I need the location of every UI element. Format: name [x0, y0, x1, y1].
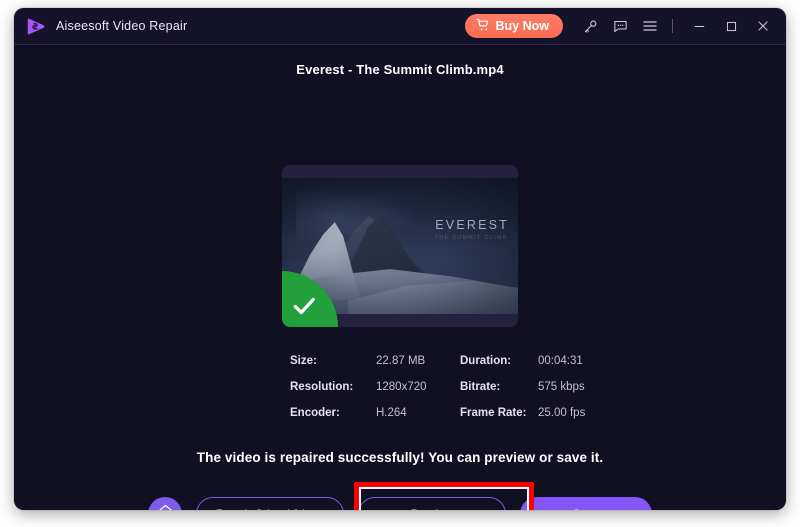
- meta-value-encoder: H.264: [376, 407, 407, 419]
- file-name-label: Everest - The Summit Climb.mp4: [296, 62, 504, 77]
- titlebar-divider: [672, 19, 673, 33]
- main-content: Everest - The Summit Climb.mp4 EVEREST T…: [14, 45, 786, 510]
- meta-value-resolution: 1280x720: [376, 381, 427, 393]
- maximize-icon[interactable]: [718, 13, 744, 39]
- thumbnail-overlay-title: EVEREST: [435, 218, 509, 232]
- status-message: The video is repaired successfully! You …: [196, 450, 604, 465]
- video-thumbnail[interactable]: EVEREST THE SUMMIT CLIMB: [282, 165, 518, 327]
- close-icon[interactable]: [750, 13, 776, 39]
- preview-button-wrapper: Preview: [358, 497, 506, 510]
- home-button[interactable]: [148, 497, 182, 510]
- buy-now-button[interactable]: Buy Now: [464, 14, 563, 38]
- title-bar: Aiseesoft Video Repair Buy Now: [14, 8, 786, 45]
- meta-label-frame-rate: Frame Rate:: [460, 407, 527, 419]
- hamburger-menu-icon[interactable]: [637, 13, 663, 39]
- titlebar-controls: Buy Now: [464, 13, 776, 39]
- feedback-bubble-icon[interactable]: [607, 13, 633, 39]
- meta-value-bitrate: 575 kbps: [538, 381, 585, 393]
- meta-label-encoder: Encoder:: [290, 407, 340, 419]
- aiseesoft-play-logo-icon: [26, 16, 47, 37]
- meta-value-size: 22.87 MB: [376, 355, 426, 367]
- buy-now-label: Buy Now: [495, 19, 549, 33]
- repair-other-videos-label: Repair Other Videos: [216, 507, 325, 510]
- preview-button[interactable]: Preview: [358, 497, 506, 510]
- action-row: Repair Other Videos Preview Save: [14, 488, 786, 510]
- meta-label-resolution: Resolution:: [290, 381, 354, 393]
- meta-value-duration: 00:04:31: [538, 355, 583, 367]
- app-title: Aiseesoft Video Repair: [56, 19, 188, 33]
- meta-label-size: Size:: [290, 355, 317, 367]
- app-brand: Aiseesoft Video Repair: [26, 16, 187, 37]
- save-label: Save: [572, 507, 599, 510]
- shopping-cart-icon: [475, 18, 490, 35]
- save-button[interactable]: Save: [520, 497, 652, 510]
- preview-label: Preview: [411, 507, 454, 510]
- home-icon: [157, 503, 174, 510]
- repair-other-videos-button[interactable]: Repair Other Videos: [196, 497, 344, 510]
- app-window: Aiseesoft Video Repair Buy Now Everest -…: [14, 8, 786, 510]
- meta-label-duration: Duration:: [460, 355, 512, 367]
- meta-label-bitrate: Bitrate:: [460, 381, 501, 393]
- thumbnail-overlay-subtitle: THE SUMMIT CLIMB: [434, 235, 508, 241]
- aiseesoft-play-logo-icon-svg: [27, 18, 45, 34]
- key-icon[interactable]: [577, 13, 603, 39]
- meta-value-frame-rate: 25.00 fps: [538, 407, 586, 419]
- video-metadata: Size: 22.87 MB Duration: 00:04:31 Resolu…: [290, 355, 590, 419]
- minimize-icon[interactable]: [686, 13, 712, 39]
